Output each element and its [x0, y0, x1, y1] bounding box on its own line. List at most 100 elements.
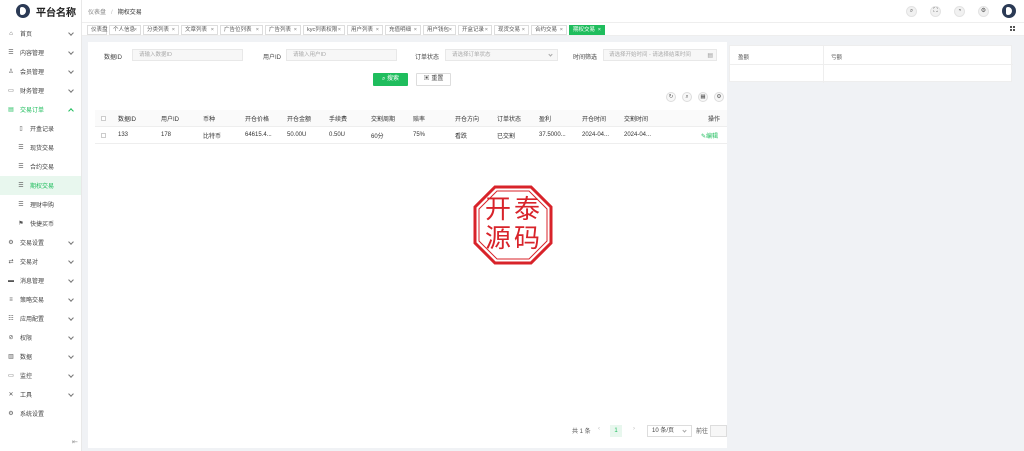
close-tab-icon[interactable]: × — [294, 26, 297, 34]
edit-button[interactable]: ✎编辑 — [701, 131, 718, 140]
tab-1[interactable]: 个人信息 × — [109, 25, 141, 35]
breadcrumb-home[interactable]: 仪表盘 — [88, 10, 106, 16]
sidebar-item-18[interactable]: ▭ 监控 — [0, 366, 81, 385]
column-header: 赔率 — [413, 116, 426, 123]
tab-4[interactable]: 广告位列表 × — [220, 25, 263, 35]
sidebar-item-11[interactable]: ⚙ 交易设置 — [0, 233, 81, 252]
calendar-icon: ▤ — [707, 53, 713, 59]
tab-6[interactable]: kyc列表权限 × — [303, 25, 345, 35]
app-name: 平台名称 — [36, 7, 76, 19]
summary-panel: 盈额 亏额 — [729, 45, 1013, 83]
collapse-sidebar-icon[interactable]: ⇤ — [72, 438, 78, 446]
table-cell: 比特币 — [203, 133, 222, 140]
sidebar-item-label: 交易设置 — [20, 241, 45, 247]
sidebar-item-15[interactable]: ☷ 应用配置 — [0, 309, 81, 328]
close-tab-icon[interactable]: × — [414, 26, 417, 34]
page-size-select[interactable]: 10 条/页 — [647, 425, 692, 437]
gear-icon: ⚙ — [8, 410, 14, 417]
close-tab-icon[interactable]: × — [256, 26, 259, 34]
search-icon[interactable]: ⌕ — [906, 5, 917, 17]
sidebar-subitem-9[interactable]: ☰ 理财申购 — [0, 195, 81, 214]
sidebar-item-3[interactable]: ▭ 财务管理 — [0, 81, 81, 100]
tab-0[interactable]: 仪表盘 — [87, 25, 108, 35]
sidebar-item-19[interactable]: ✕ 工具 — [0, 385, 81, 404]
pair-icon: ⇄ — [8, 258, 14, 265]
settings-icon[interactable]: ⚙ — [978, 5, 989, 17]
tab-5[interactable]: 广告列表 × — [265, 25, 301, 35]
reset-button[interactable]: ▣ 重置 — [416, 73, 451, 86]
next-page-icon[interactable]: › — [633, 426, 635, 432]
sidebar-item-17[interactable]: ▥ 数据 — [0, 347, 81, 366]
sidebar-item-14[interactable]: ≡ 策略交易 — [0, 290, 81, 309]
chevron-up-icon — [68, 108, 74, 114]
lines-icon: ☰ — [18, 144, 24, 151]
close-tab-icon[interactable]: × — [522, 26, 525, 34]
grid-menu-icon[interactable] — [1010, 26, 1016, 32]
close-tab-icon[interactable]: × — [211, 26, 214, 34]
fullscreen-icon[interactable]: ⛶ — [930, 5, 941, 17]
close-tab-icon[interactable]: × — [560, 26, 563, 34]
sidebar-subitem-5[interactable]: ▯ 开盒记录 — [0, 119, 81, 138]
columns-icon[interactable]: ▦ — [698, 92, 708, 102]
sidebar-item-4[interactable]: ▤ 交易订单 — [0, 100, 81, 119]
search-toggle-icon[interactable]: ⌕ — [682, 92, 692, 102]
sidebar-item-1[interactable]: ☰ 内容管理 — [0, 43, 81, 62]
tab-8[interactable]: 充值明细 × — [385, 25, 421, 35]
breadcrumb: 仪表盘 / 期权交易 — [88, 9, 142, 16]
tab-9[interactable]: 用户钱包 × — [423, 25, 456, 35]
sidebar-subitem-7[interactable]: ☰ 合约交易 — [0, 157, 81, 176]
tab-2[interactable]: 分类列表 × — [143, 25, 179, 35]
tab-3[interactable]: 文章列表 × — [181, 25, 218, 35]
refresh-icon[interactable]: ↻ — [666, 92, 676, 102]
bell-icon[interactable]: ◔ — [954, 5, 965, 17]
page-1-button[interactable]: 1 — [610, 425, 622, 437]
tab-label: 合约交易 — [535, 27, 558, 33]
sidebar-item-20[interactable]: ⚙ 系统设置 — [0, 404, 81, 423]
sidebar-subitem-6[interactable]: ☰ 现货交易 — [0, 138, 81, 157]
avatar[interactable] — [1002, 4, 1016, 18]
tab-12[interactable]: 合约交易 × — [531, 25, 567, 35]
close-tab-icon[interactable]: × — [172, 26, 175, 34]
table-cell: 已交割 — [497, 133, 516, 140]
sidebar-subitem-8[interactable]: ☰ 期权交易 — [0, 176, 81, 195]
order-status-label: 订单状态 — [415, 55, 440, 61]
time-range-picker[interactable]: 请选择开始时间 - 请选择结束时间 ▤ — [603, 49, 717, 61]
tab-10[interactable]: 开盒记录 × — [458, 25, 492, 35]
time-end[interactable]: 请选择结束时间 — [652, 52, 691, 58]
sidebar-subitem-10[interactable]: ⚑ 快捷买币 — [0, 214, 81, 233]
sidebar: 平台名称 ⌂ 首页 ☰ 内容管理 ♙ 会员管理 ▭ 财务管理 ▤ 交易订单 ▯ 开盒记录 ☰ 现货交易 ☰ 合… — [0, 0, 82, 451]
prev-page-icon[interactable]: ‹ — [598, 426, 600, 432]
jump-input[interactable] — [710, 425, 727, 437]
settings-icon[interactable]: ⚙ — [714, 92, 724, 102]
tab-7[interactable]: 用户列表 × — [347, 25, 383, 35]
table-cell: 看跌 — [455, 133, 468, 140]
close-tab-icon[interactable]: × — [485, 26, 488, 34]
order-status-select[interactable]: 请选择订单状态 — [445, 49, 558, 61]
tab-13[interactable]: 期权交易 × — [569, 25, 605, 35]
sidebar-item-12[interactable]: ⇄ 交易对 — [0, 252, 81, 271]
sidebar-item-13[interactable]: ▬ 消息管理 — [0, 271, 81, 290]
row-checkbox[interactable] — [101, 133, 106, 138]
close-tab-icon[interactable]: × — [376, 26, 379, 34]
close-tab-icon[interactable]: × — [449, 26, 452, 34]
column-header: 盈利 — [539, 116, 552, 123]
sidebar-item-label: 工具 — [20, 393, 33, 399]
close-tab-icon[interactable]: × — [134, 26, 137, 34]
tab-label: 开盒记录 — [462, 27, 485, 33]
sidebar-item-2[interactable]: ♙ 会员管理 — [0, 62, 81, 81]
logo[interactable]: 平台名称 — [0, 0, 81, 22]
doc-icon: ▯ — [19, 125, 23, 132]
tab-11[interactable]: 现货交易 × — [494, 25, 529, 35]
time-filter-label: 时间筛选 — [573, 55, 598, 61]
select-all-checkbox[interactable] — [101, 116, 106, 121]
message-icon: ▬ — [8, 277, 14, 284]
data-id-input[interactable]: 请输入数据ID — [132, 49, 243, 61]
search-button[interactable]: ⌕ 搜索 — [373, 73, 408, 86]
tab-label: 用户钱包 — [427, 27, 450, 33]
user-id-input[interactable]: 请输入用户ID — [286, 49, 397, 61]
close-tab-icon[interactable]: × — [338, 26, 341, 34]
sidebar-item-0[interactable]: ⌂ 首页 — [0, 24, 81, 43]
sidebar-item-16[interactable]: ⊘ 权限 — [0, 328, 81, 347]
close-tab-icon[interactable]: × — [598, 26, 601, 34]
time-start[interactable]: 请选择开始时间 — [609, 52, 648, 58]
